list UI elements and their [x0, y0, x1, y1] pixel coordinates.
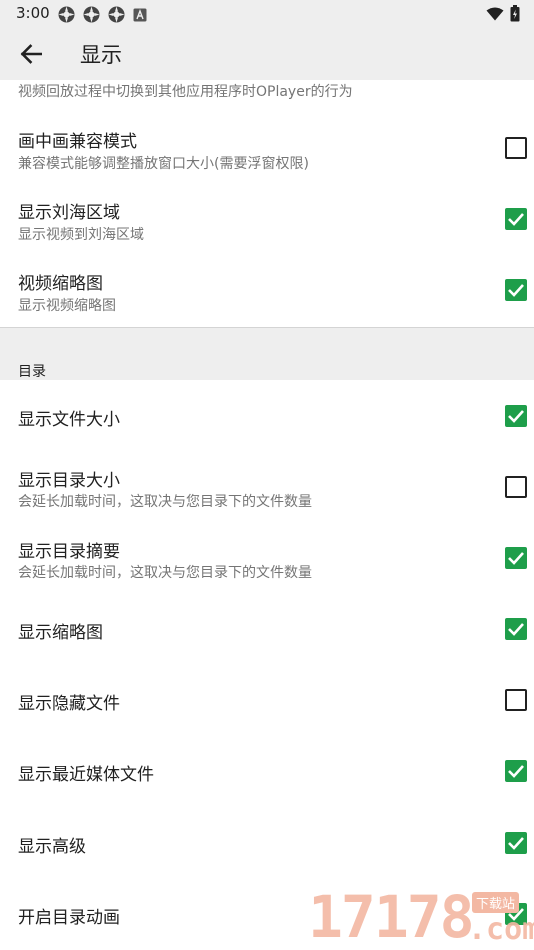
notification-icon [83, 6, 100, 23]
check-icon [508, 765, 524, 778]
pref-show-file-size[interactable]: 显示文件大小 [0, 380, 534, 451]
system-icons [486, 5, 520, 22]
pref-summary: 兼容模式能够调整播放窗口大小(需要浮窗权限) [18, 156, 309, 172]
battery-icon [510, 5, 520, 22]
check-icon [508, 837, 524, 850]
check-icon [508, 213, 524, 226]
pref-title: 画中画兼容模式 [18, 132, 137, 152]
pref-show-recent-media[interactable]: 显示最近媒体文件 [0, 736, 534, 807]
pref-video-thumbnail[interactable]: 视频缩略图 显示视频缩略图 [0, 256, 534, 326]
pref-show-directory-size[interactable]: 显示目录大小 会延长加载时间，这取决与您目录下的文件数量 [0, 452, 534, 523]
checkbox[interactable] [505, 208, 527, 230]
watermark-digits: 17178 [308, 883, 475, 950]
previous-item-summary: 视频回放过程中切换到其他应用程序时OPlayer的行为 [18, 84, 353, 100]
pref-show-notch-area[interactable]: 显示刘海区域 显示视频到刘海区域 [0, 185, 534, 255]
notification-icon [58, 6, 75, 23]
check-icon [508, 623, 524, 636]
pref-pip-compat-mode[interactable]: 画中画兼容模式 兼容模式能够调整播放窗口大小(需要浮窗权限) [0, 114, 534, 184]
watermark-suffix: .com [468, 912, 534, 947]
watermark-logo: 17178 下载站 .com [308, 884, 534, 950]
page-title: 显示 [80, 43, 122, 67]
checkbox[interactable] [505, 476, 527, 498]
status-time: 3:00 [16, 4, 50, 22]
category-label: 目录 [18, 364, 46, 380]
checkbox[interactable] [505, 137, 527, 159]
notification-icon [108, 6, 125, 23]
notification-icons [58, 6, 147, 23]
pref-show-thumbnail[interactable]: 显示缩略图 [0, 594, 534, 665]
pref-title: 显示隐藏文件 [18, 694, 120, 714]
pref-title: 显示目录大小 [18, 471, 120, 491]
pref-title: 视频缩略图 [18, 274, 103, 294]
pref-show-advanced[interactable]: 显示高级 [0, 807, 534, 878]
status-bar: 3:00 [0, 0, 534, 28]
checkbox[interactable] [505, 405, 527, 427]
category-header: 目录 [0, 328, 534, 380]
pref-summary: 会延长加载时间，这取决与您目录下的文件数量 [18, 494, 312, 510]
pref-title: 显示目录摘要 [18, 542, 120, 562]
pref-title: 显示刘海区域 [18, 203, 120, 223]
pref-title: 开启目录动画 [18, 908, 120, 928]
pref-title: 显示高级 [18, 837, 86, 857]
check-icon [508, 410, 524, 423]
pref-summary: 显示视频缩略图 [18, 298, 116, 314]
check-icon [508, 552, 524, 565]
pref-title: 显示缩略图 [18, 623, 103, 643]
checkbox[interactable] [505, 279, 527, 301]
pref-summary: 显示视频到刘海区域 [18, 227, 144, 243]
check-icon [508, 284, 524, 297]
wifi-icon [486, 7, 504, 20]
checkbox[interactable] [505, 832, 527, 854]
checkbox[interactable] [505, 689, 527, 711]
checkbox[interactable] [505, 618, 527, 640]
keyboard-notification-icon [133, 8, 147, 22]
pref-show-hidden-files[interactable]: 显示隐藏文件 [0, 665, 534, 736]
app-bar: 显示 [0, 28, 534, 80]
pref-show-directory-summary[interactable]: 显示目录摘要 会延长加载时间，这取决与您目录下的文件数量 [0, 523, 534, 594]
pref-title: 显示最近媒体文件 [18, 765, 154, 785]
back-button[interactable] [16, 40, 46, 68]
watermark-tag: 下载站 [472, 892, 520, 913]
pref-title: 显示文件大小 [18, 410, 120, 430]
checkbox[interactable] [505, 547, 527, 569]
arrow-back-icon [20, 44, 42, 64]
checkbox[interactable] [505, 760, 527, 782]
pref-summary: 会延长加载时间，这取决与您目录下的文件数量 [18, 565, 312, 581]
